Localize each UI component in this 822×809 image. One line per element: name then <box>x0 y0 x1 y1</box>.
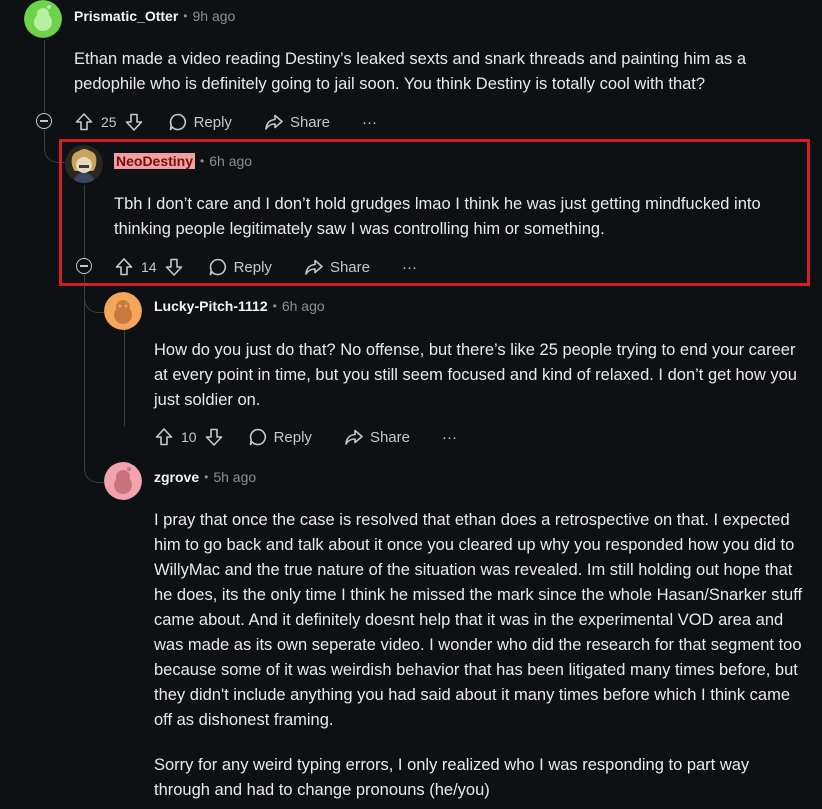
share-label: Share <box>289 113 330 131</box>
comment-paragraph: Ethan made a video reading Destiny’s lea… <box>74 50 747 93</box>
comment-actions: 25 Reply Share ··· <box>74 110 377 134</box>
reply-label: Reply <box>273 428 312 446</box>
timestamp[interactable]: 6h ago <box>282 298 325 314</box>
reply-icon <box>169 113 186 131</box>
reply-button[interactable]: Reply <box>208 257 272 277</box>
thread-line-otter <box>44 40 45 112</box>
reply-icon <box>249 428 266 446</box>
upvote-icon <box>115 258 133 276</box>
minus-icon <box>80 265 88 267</box>
downvote-icon <box>205 428 222 446</box>
upvote-button[interactable] <box>114 257 134 277</box>
comment-body: Tbh I don’t care and I don’t hold grudge… <box>114 192 794 242</box>
reply-button[interactable]: Reply <box>248 427 312 447</box>
more-options-button[interactable]: ··· <box>442 429 457 446</box>
username[interactable]: Prismatic_Otter <box>74 8 178 24</box>
downvote-button[interactable] <box>124 112 144 132</box>
upvote-icon <box>75 113 93 131</box>
separator-dot: • <box>204 470 209 484</box>
thread-curve-zgrove <box>84 290 105 483</box>
reply-label: Reply <box>233 258 272 276</box>
comment-paragraph: Sorry for any weird typing errors, I onl… <box>154 756 750 799</box>
upvote-button[interactable] <box>154 427 174 447</box>
more-options-button[interactable]: ··· <box>402 259 417 276</box>
downvote-icon <box>125 113 142 131</box>
comment-body: Ethan made a video reading Destiny’s lea… <box>74 47 794 97</box>
thread-line-lucky <box>124 330 125 426</box>
avatar[interactable] <box>104 462 142 500</box>
username[interactable]: Lucky-Pitch-1112 <box>154 298 268 314</box>
share-icon <box>305 259 323 275</box>
comment-meta: NeoDestiny • 6h ago <box>114 153 252 169</box>
share-button[interactable]: Share <box>344 427 410 447</box>
downvote-button[interactable] <box>204 427 224 447</box>
more-options-icon: ··· <box>401 258 417 276</box>
share-icon <box>265 114 283 130</box>
comment-body: I pray that once the case is resolved th… <box>154 508 808 803</box>
timestamp[interactable]: 9h ago <box>192 8 235 24</box>
reply-icon <box>209 258 226 276</box>
reply-button[interactable]: Reply <box>168 112 232 132</box>
comment-meta: Prismatic_Otter • 9h ago <box>74 8 235 24</box>
upvote-button[interactable] <box>74 112 94 132</box>
vote-count: 25 <box>101 114 117 130</box>
share-icon <box>345 429 363 445</box>
minus-icon <box>40 120 48 122</box>
collapse-button[interactable] <box>36 113 52 129</box>
username[interactable]: NeoDestiny <box>114 153 196 169</box>
downvote-icon <box>165 258 182 276</box>
comment-actions: 14 Reply Share ··· <box>114 255 417 279</box>
separator-dot: • <box>272 299 277 313</box>
collapse-button[interactable] <box>76 258 92 274</box>
more-options-icon: ··· <box>441 428 457 446</box>
share-button[interactable]: Share <box>304 257 370 277</box>
upvote-icon <box>155 428 173 446</box>
avatar[interactable] <box>104 292 142 330</box>
vote-count: 14 <box>141 259 157 275</box>
comment-body: How do you just do that? No offense, but… <box>154 338 804 413</box>
timestamp[interactable]: 5h ago <box>213 469 256 485</box>
reply-label: Reply <box>193 113 232 131</box>
avatar[interactable] <box>24 0 62 38</box>
comment-paragraph: I pray that once the case is resolved th… <box>154 511 803 729</box>
comment-meta: zgrove • 5h ago <box>154 469 256 485</box>
avatar[interactable] <box>65 145 103 183</box>
more-options-button[interactable]: ··· <box>362 114 377 131</box>
more-options-icon: ··· <box>361 113 377 131</box>
separator-dot: • <box>183 9 188 23</box>
comment-paragraph: Tbh I don’t care and I don’t hold grudge… <box>114 195 761 238</box>
comment-actions: 10 Reply Share ··· <box>154 425 457 449</box>
separator-dot: • <box>200 154 205 168</box>
comment-meta: Lucky-Pitch-1112 • 6h ago <box>154 298 325 314</box>
share-label: Share <box>329 258 370 276</box>
username[interactable]: zgrove <box>154 469 199 485</box>
comment-paragraph: How do you just do that? No offense, but… <box>154 341 797 409</box>
vote-count: 10 <box>181 429 197 445</box>
share-label: Share <box>369 428 410 446</box>
share-button[interactable]: Share <box>264 112 330 132</box>
timestamp[interactable]: 6h ago <box>209 153 252 169</box>
downvote-button[interactable] <box>164 257 184 277</box>
